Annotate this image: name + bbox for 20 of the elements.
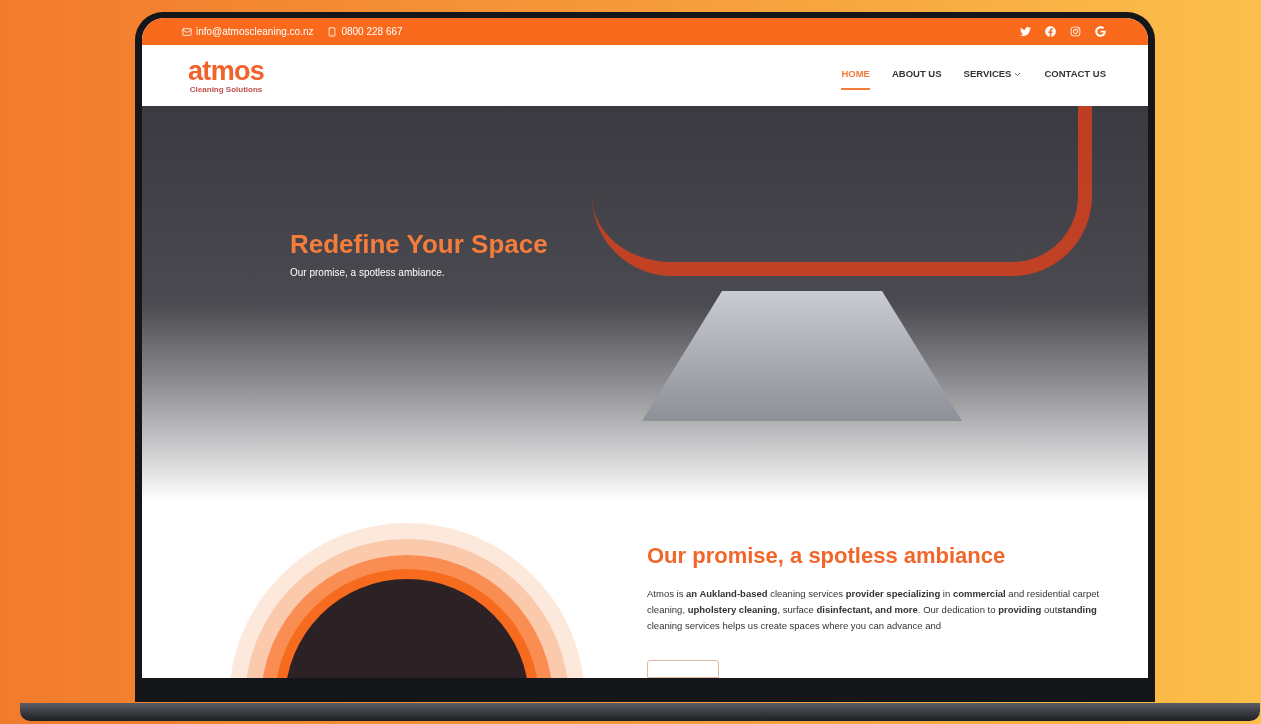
google-icon[interactable]	[1095, 26, 1106, 37]
nav-link[interactable]: SERVICES	[963, 61, 1023, 90]
logo-tagline: Cleaning Solutions	[189, 85, 263, 94]
nav-link[interactable]: HOME	[841, 61, 870, 90]
facebook-icon[interactable]	[1045, 26, 1056, 37]
nav-link[interactable]: ABOUT US	[891, 61, 942, 90]
chevron-down-icon	[1013, 70, 1023, 79]
phone-icon	[327, 26, 338, 37]
email-link[interactable]: info@atmoscleaning.co.nz	[196, 24, 314, 39]
section-heading: Our promise, a spotless ambiance	[647, 542, 1007, 570]
outline-button[interactable]	[647, 660, 719, 678]
instagram-icon[interactable]	[1070, 26, 1081, 37]
mail-icon	[182, 26, 192, 37]
hero-title: Redefine Your Space	[290, 228, 549, 261]
section-paragraph: Atmos is an Aukland-based cleaning services provider specializing in commercial and residential carpet cleaning, upholstery cleaning, surface disinfectant, and more. Our dedication to providing outstanding cleaning services helps us create spaces where you can advance and	[647, 587, 1101, 633]
phone-number[interactable]: 0800 228 667	[341, 24, 403, 39]
logo-wordmark[interactable]: atmos	[188, 57, 265, 85]
nav-link[interactable]: CONTACT US	[1044, 61, 1106, 90]
hero-subtitle: Our promise, a spotless ambiance.	[290, 265, 446, 280]
twitter-icon[interactable]	[1020, 26, 1031, 37]
